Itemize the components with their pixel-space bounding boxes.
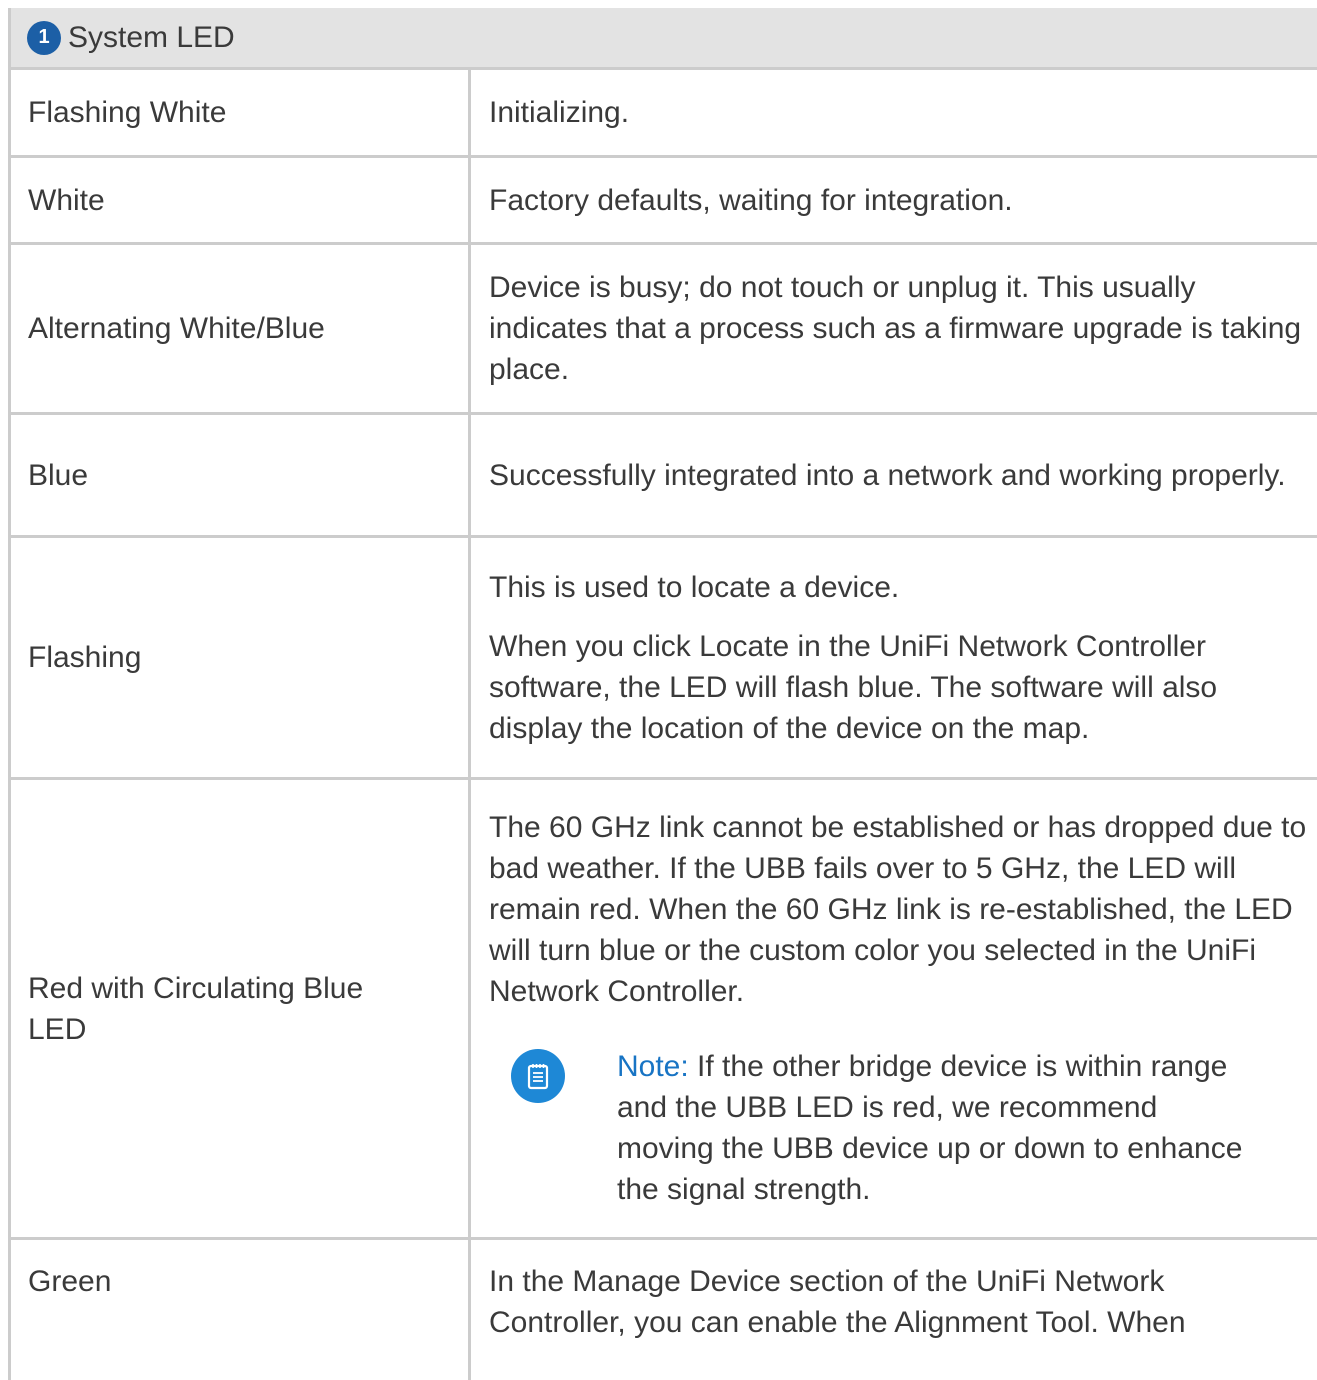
note-block: Note: If the other bridge device is with… <box>489 1046 1317 1210</box>
led-status-cell: Flashing White <box>11 70 471 155</box>
note-label: Note: <box>617 1050 689 1083</box>
note-text: Note: If the other bridge device is with… <box>617 1046 1257 1210</box>
table-row: Red with Circulating Blue LED The 60 GHz… <box>11 780 1317 1240</box>
led-status-cell: Flashing <box>11 538 471 777</box>
led-description-cell: The 60 GHz link cannot be established or… <box>471 780 1317 1237</box>
led-description-cell: Successfully integrated into a network a… <box>471 415 1317 535</box>
table-row: White Factory defaults, waiting for inte… <box>11 158 1317 245</box>
description-paragraph: The 60 GHz link cannot be established or… <box>489 811 1307 1008</box>
led-description-cell: Initializing. <box>471 70 1317 155</box>
table-row: Blue Successfully integrated into a netw… <box>11 415 1317 538</box>
note-body: If the other bridge device is within ran… <box>617 1050 1243 1206</box>
led-status-cell: Green <box>11 1240 471 1380</box>
description-paragraph: Successfully integrated into a network a… <box>489 458 1286 492</box>
led-status-cell: White <box>11 158 471 242</box>
table-row: Alternating White/Blue Device is busy; d… <box>11 245 1317 415</box>
description-paragraph: This is used to locate a device. <box>489 570 900 604</box>
led-description-cell: Device is busy; do not touch or unplug i… <box>471 245 1317 412</box>
led-description-cell: Factory defaults, waiting for integratio… <box>471 158 1317 242</box>
callout-number-badge: 1 <box>27 20 61 55</box>
led-status-cell: Alternating White/Blue <box>11 245 471 412</box>
led-status-cell: Red with Circulating Blue LED <box>11 780 471 1237</box>
led-description-cell: In the Manage Device section of the UniF… <box>471 1240 1317 1380</box>
table-row: Flashing This is used to locate a device… <box>11 538 1317 780</box>
led-description-cell: This is used to locate a device. When yo… <box>471 538 1317 777</box>
description-paragraph: When you click Locate in the UniFi Netwo… <box>489 629 1218 745</box>
table-row: Flashing White Initializing. <box>11 70 1317 158</box>
led-status-table: 1 System LED Flashing White Initializing… <box>8 8 1317 1380</box>
table-row: Green In the Manage Device section of th… <box>11 1240 1317 1380</box>
table-header: 1 System LED <box>11 8 1317 70</box>
led-status-cell: Blue <box>11 415 471 535</box>
notepad-icon <box>527 1064 549 1090</box>
description-paragraph: Device is busy; do not touch or unplug i… <box>489 271 1302 386</box>
note-icon <box>511 1049 565 1103</box>
description-paragraph: Initializing. <box>489 96 630 129</box>
description-paragraph: In the Manage Device section of the UniF… <box>489 1265 1186 1339</box>
description-paragraph: Factory defaults, waiting for integratio… <box>489 183 1013 217</box>
led-status-label: Red with Circulating Blue LED <box>28 971 364 1046</box>
table-title: System LED <box>68 20 235 54</box>
